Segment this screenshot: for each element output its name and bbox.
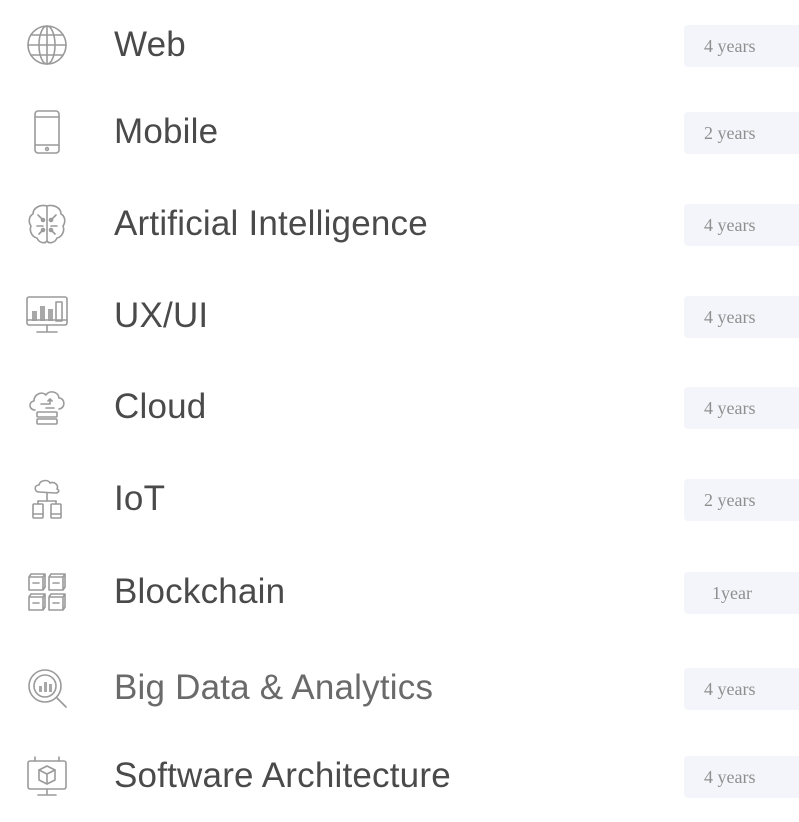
- years-badge: 4 years: [684, 668, 799, 710]
- globe-icon: [24, 22, 70, 68]
- skill-label: Web: [114, 25, 186, 64]
- cloud-server-icon: [24, 384, 70, 430]
- blocks-icon: [24, 569, 70, 615]
- skill-label: UX/UI: [114, 296, 209, 335]
- skill-label: IoT: [114, 479, 166, 518]
- years-badge: 4 years: [684, 204, 799, 246]
- skill-label: Artificial Intelligence: [114, 204, 428, 243]
- skill-label: Big Data & Analytics: [114, 668, 434, 707]
- skill-label: Software Architecture: [114, 756, 451, 795]
- skill-row-iot: IoT 2 years: [0, 453, 799, 545]
- skills-list: Web 4 years Mobile 2 years Artificial In…: [0, 0, 799, 799]
- monitor-design-icon: [24, 293, 70, 339]
- skill-label: Blockchain: [114, 572, 286, 611]
- skill-row-cloud: Cloud 4 years: [0, 361, 799, 453]
- cloud-devices-icon: [24, 476, 70, 522]
- skill-row-big-data: Big Data & Analytics 4 years: [0, 642, 799, 734]
- skill-row-web: Web 4 years: [0, 0, 799, 91]
- years-badge: 2 years: [684, 112, 799, 154]
- years-badge: 4 years: [684, 756, 799, 798]
- skill-row-blockchain: Blockchain 1year: [0, 546, 799, 638]
- years-badge: 4 years: [684, 387, 799, 429]
- skill-row-mobile: Mobile 2 years: [0, 86, 799, 178]
- skill-label: Cloud: [114, 387, 207, 426]
- architecture-monitor-icon: [24, 753, 70, 799]
- years-badge: 4 years: [684, 296, 799, 338]
- years-badge: 4 years: [684, 25, 799, 67]
- smartphone-icon: [24, 109, 70, 155]
- skill-row-ux-ui: UX/UI 4 years: [0, 270, 799, 362]
- years-badge: 2 years: [684, 479, 799, 521]
- brain-circuit-icon: [24, 201, 70, 247]
- skill-row-artificial-intelligence: Artificial Intelligence 4 years: [0, 178, 799, 270]
- years-badge: 1year: [684, 572, 799, 614]
- analytics-search-icon: [24, 665, 70, 711]
- skill-label: Mobile: [114, 112, 219, 151]
- skill-row-software-architecture: Software Architecture 4 years: [0, 730, 799, 822]
